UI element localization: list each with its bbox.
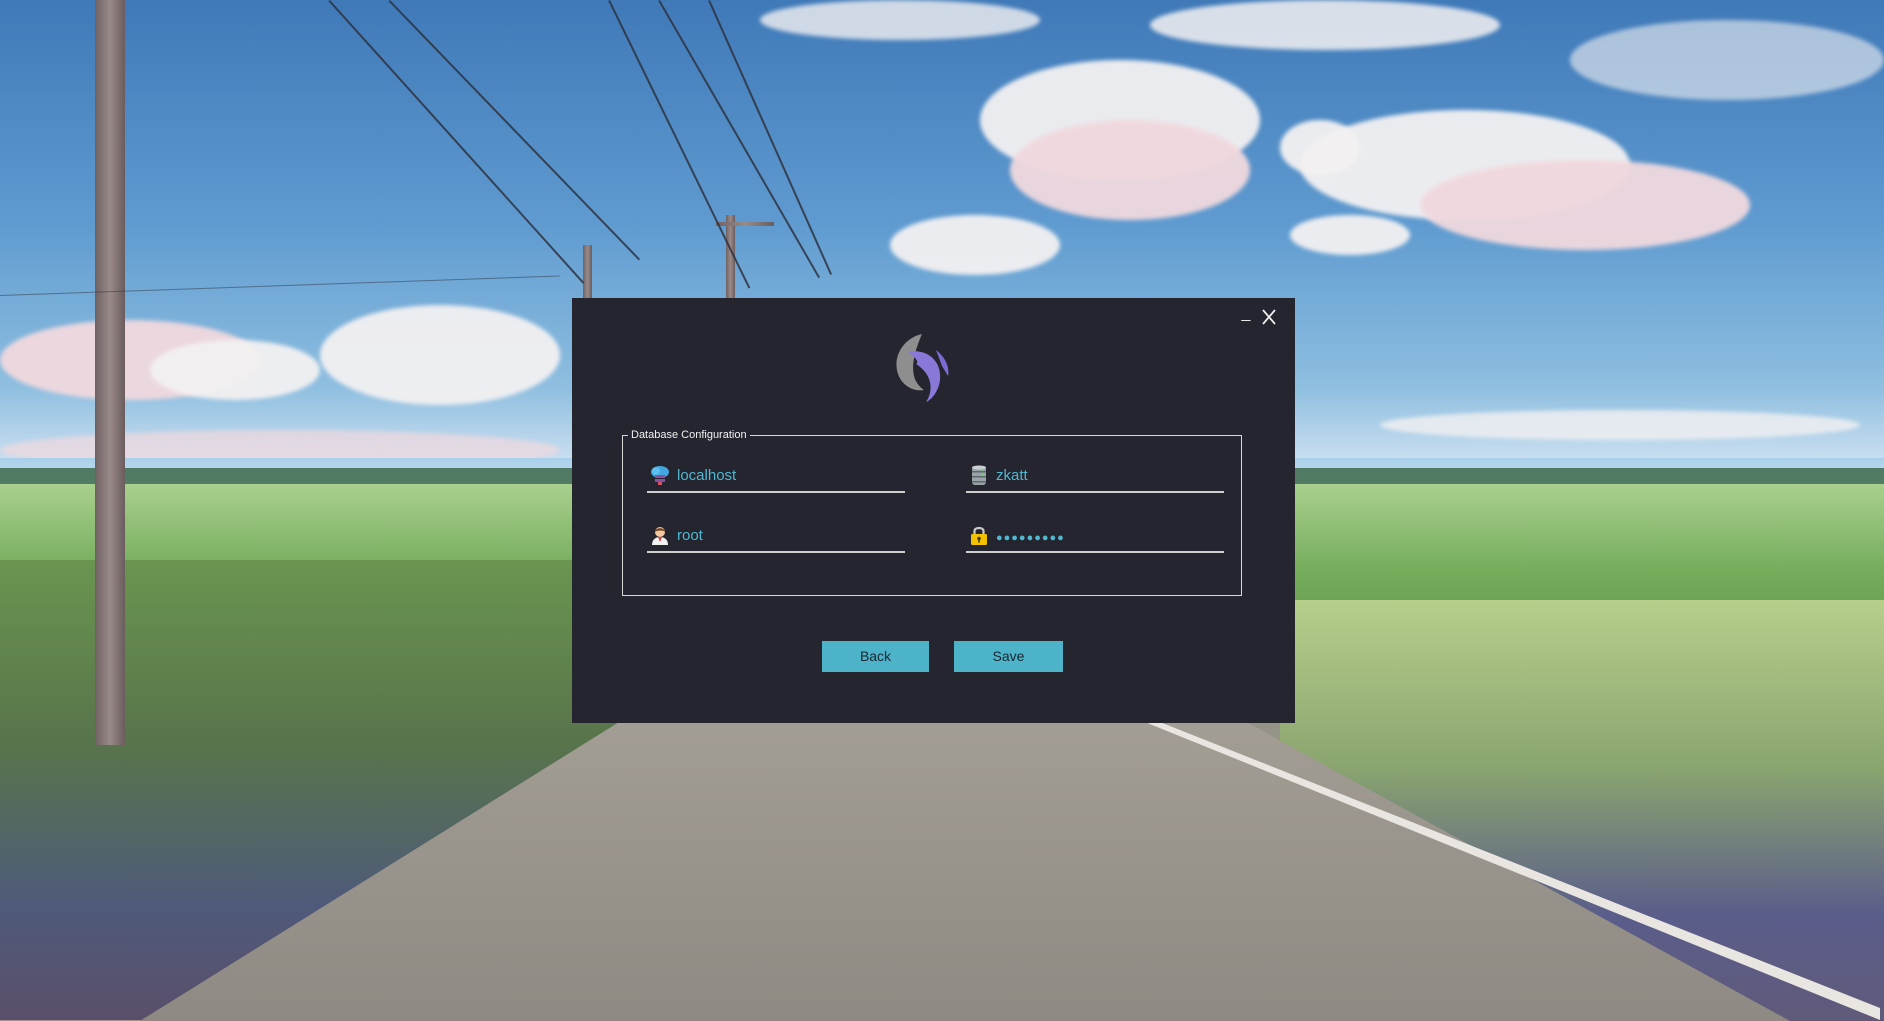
cloud-server-icon bbox=[649, 464, 671, 486]
user-icon bbox=[649, 524, 671, 546]
database-icon bbox=[968, 464, 990, 486]
back-button[interactable]: Back bbox=[822, 641, 929, 672]
utility-pole bbox=[95, 0, 125, 745]
username-field[interactable]: root bbox=[647, 521, 905, 553]
power-line bbox=[328, 0, 585, 284]
background-cloud bbox=[1150, 0, 1500, 50]
password-field[interactable]: ●●●●●●●●● bbox=[966, 521, 1224, 553]
app-logo-icon bbox=[896, 334, 949, 402]
lock-icon bbox=[968, 524, 990, 546]
power-line bbox=[388, 0, 641, 261]
username-value: root bbox=[677, 527, 703, 544]
power-line bbox=[658, 0, 820, 279]
close-icon bbox=[1262, 309, 1276, 325]
utility-pole bbox=[583, 245, 592, 305]
background-cloud bbox=[1010, 120, 1250, 220]
save-button[interactable]: Save bbox=[954, 641, 1063, 672]
power-line bbox=[0, 275, 560, 296]
database-config-group: Database Configuration localhost zkatt r… bbox=[622, 428, 1242, 596]
background-cloud bbox=[1290, 215, 1410, 255]
background-cloud bbox=[1280, 120, 1360, 175]
background-cloud bbox=[150, 340, 320, 400]
close-button[interactable] bbox=[1260, 308, 1278, 326]
database-field[interactable]: zkatt bbox=[966, 461, 1224, 493]
background-cloud bbox=[760, 0, 1040, 40]
server-value: localhost bbox=[677, 467, 737, 484]
background-cloud bbox=[1420, 160, 1750, 250]
database-value: zkatt bbox=[996, 467, 1028, 484]
database-config-dialog: _ Database Configuration localhost zkatt… bbox=[572, 298, 1295, 723]
utility-pole-crossarm bbox=[716, 222, 774, 226]
background-cloud bbox=[320, 305, 560, 405]
server-field[interactable]: localhost bbox=[647, 461, 905, 493]
app-logo bbox=[886, 330, 962, 406]
password-value: ●●●●●●●●● bbox=[996, 532, 1065, 544]
background-cloud bbox=[1380, 410, 1860, 440]
group-title: Database Configuration bbox=[628, 428, 750, 442]
background-cloud bbox=[890, 215, 1060, 275]
background-cloud bbox=[1570, 20, 1884, 100]
minimize-button[interactable]: _ bbox=[1238, 304, 1254, 324]
